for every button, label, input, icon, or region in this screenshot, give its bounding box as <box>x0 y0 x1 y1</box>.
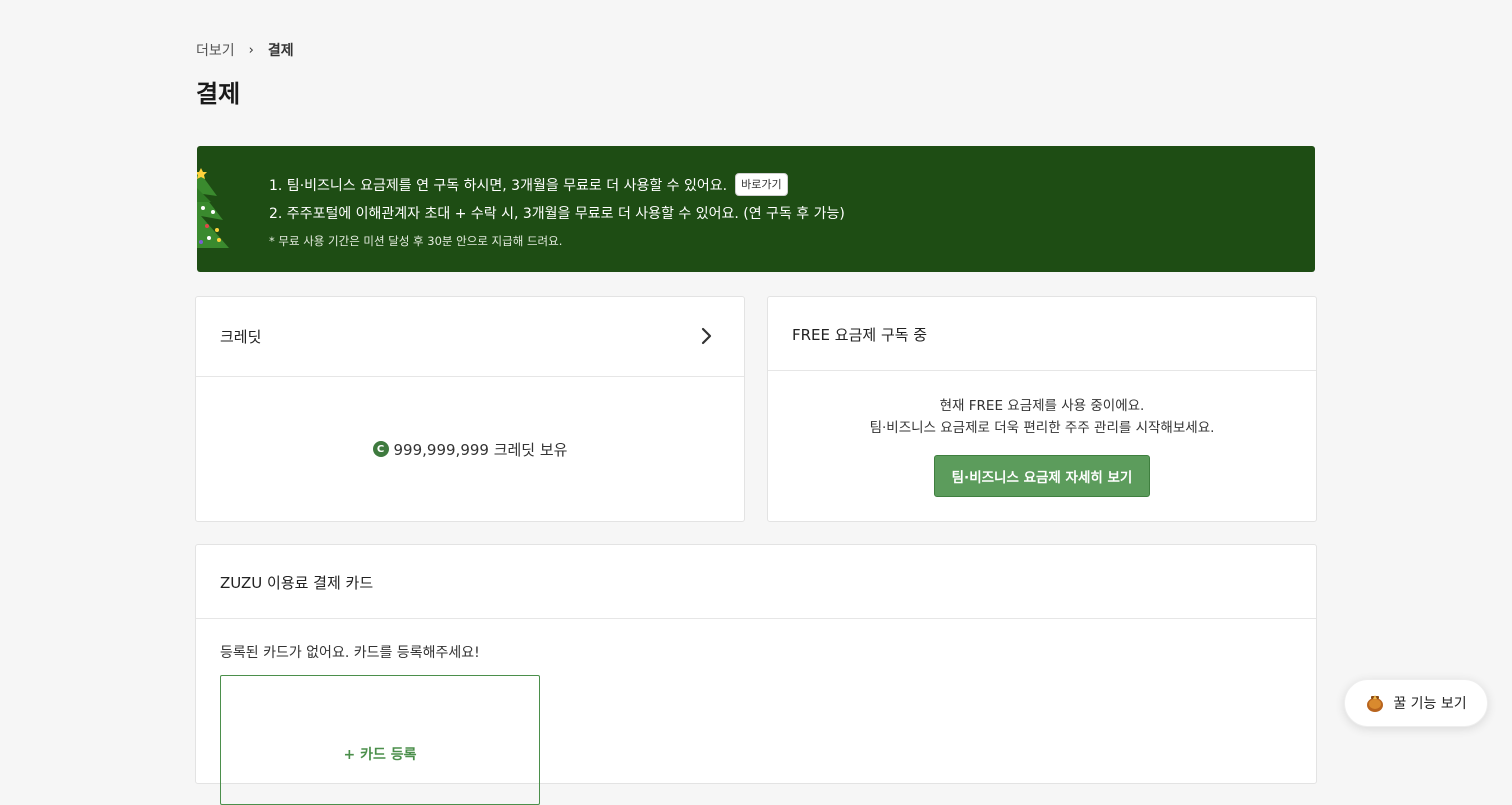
plan-header: FREE 요금제 구독 중 <box>768 297 1316 371</box>
plan-card: FREE 요금제 구독 중 현재 FREE 요금제를 사용 중이에요. 팀·비즈… <box>767 296 1317 522</box>
chevron-right-icon[interactable] <box>698 327 714 345</box>
plan-body: 현재 FREE 요금제를 사용 중이에요. 팀·비즈니스 요금제로 더욱 편리한… <box>768 371 1316 497</box>
banner-line-1-text: 1. 팀·비즈니스 요금제를 연 구독 하시면, 3개월을 무료로 더 사용할 … <box>269 177 728 194</box>
credit-amount-text: 999,999,999 크레딧 보유 <box>393 440 568 459</box>
payment-card-section: ZUZU 이용료 결제 카드 등록된 카드가 없어요. 카드를 등록해주세요! … <box>195 544 1317 805</box>
add-card-button[interactable]: + 카드 등록 <box>220 675 540 805</box>
plan-desc-2: 팀·비즈니스 요금제로 더욱 편리한 주주 관리를 시작해보세요. <box>869 420 1215 436</box>
honey-pot-icon <box>1367 695 1384 712</box>
promo-banner: 1. 팀·비즈니스 요금제를 연 구독 하시면, 3개월을 무료로 더 사용할 … <box>197 146 1315 272</box>
credit-coin-icon: C <box>372 441 389 457</box>
breadcrumb: 더보기 › 결제 <box>196 40 294 60</box>
plan-desc-1: 현재 FREE 요금제를 사용 중이에요. <box>939 398 1145 414</box>
credit-amount: C 999,999,999 크레딧 보유 <box>372 439 568 460</box>
chevron-right-icon: › <box>248 42 254 58</box>
banner-line-invite: 2. 주주포털에 이해관계자 초대 + 수락 시, 3개월을 무료로 더 사용할… <box>269 206 845 222</box>
add-card-label: + 카드 등록 <box>343 747 417 763</box>
credit-body: C 999,999,999 크레딧 보유 <box>196 377 744 521</box>
plan-title: FREE 요금제 구독 중 <box>792 326 928 344</box>
credit-title: 크레딧 <box>220 328 262 346</box>
tips-label: 꿀 기능 보기 <box>1393 696 1467 712</box>
payment-header: ZUZU 이용료 결제 카드 <box>196 545 1316 619</box>
breadcrumb-more-link[interactable]: 더보기 <box>196 40 235 60</box>
credit-header[interactable]: 크레딧 <box>196 297 744 377</box>
payment-title: ZUZU 이용료 결제 카드 <box>220 574 374 592</box>
breadcrumb-current: 결제 <box>267 43 294 59</box>
view-team-business-plan-button[interactable]: 팀·비즈니스 요금제 자세히 보기 <box>934 455 1150 497</box>
banner-line-annual: 1. 팀·비즈니스 요금제를 연 구독 하시면, 3개월을 무료로 더 사용할 … <box>269 173 788 196</box>
go-button[interactable]: 바로가기 <box>735 173 788 196</box>
tips-button[interactable]: 꿀 기능 보기 <box>1344 679 1488 727</box>
no-card-message: 등록된 카드가 없어요. 카드를 등록해주세요! <box>220 645 480 661</box>
christmas-tree-icon <box>197 168 229 248</box>
page-title: 결제 <box>196 80 241 108</box>
banner-note: * 무료 사용 기간은 미션 달성 후 30분 안으로 지급해 드려요. <box>269 234 563 248</box>
credit-card: 크레딧 C 999,999,999 크레딧 보유 <box>195 296 745 522</box>
